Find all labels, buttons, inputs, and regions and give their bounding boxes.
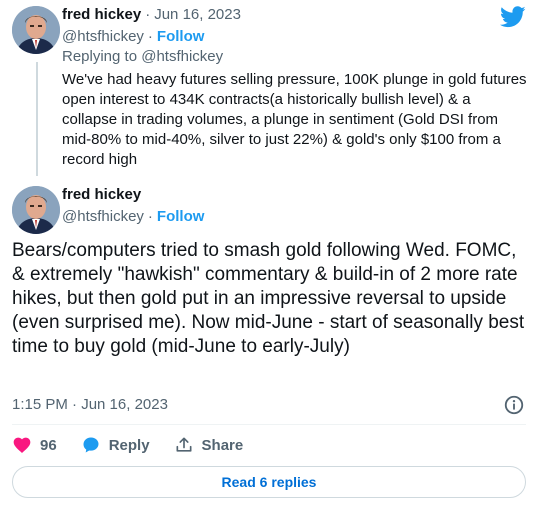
- separator-dot: ·: [147, 208, 153, 225]
- tweet-date[interactable]: Jun 16, 2023: [154, 6, 241, 23]
- replying-to-label: Replying to @htsfhickey: [62, 48, 224, 65]
- main-handle-row: @htsfhickey · Follow: [62, 208, 204, 226]
- like-button[interactable]: 96: [12, 435, 57, 455]
- action-bar: 96 Reply Share: [12, 434, 267, 456]
- info-icon[interactable]: [503, 394, 525, 416]
- author-name[interactable]: fred hickey: [62, 186, 141, 203]
- avatar[interactable]: [12, 6, 60, 54]
- share-icon: [176, 437, 192, 452]
- share-label: Share: [201, 436, 244, 454]
- reply-handle-row: @htsfhickey · Follow: [62, 28, 204, 46]
- main-author-row: fred hickey: [62, 186, 141, 204]
- twitter-bird-icon[interactable]: [500, 6, 526, 28]
- author-handle[interactable]: @htsfhickey: [62, 208, 144, 225]
- thread-connector-line: [36, 62, 38, 176]
- heart-icon: [13, 437, 31, 453]
- read-replies-button[interactable]: Read 6 replies: [12, 466, 526, 498]
- like-count: 96: [40, 436, 57, 454]
- reply-author-row: fred hickey · Jun 16, 2023: [62, 6, 241, 24]
- separator-dot: ·: [147, 28, 153, 45]
- author-name[interactable]: fred hickey: [62, 6, 141, 23]
- follow-button[interactable]: Follow: [157, 28, 205, 45]
- divider: [12, 424, 526, 425]
- main-tweet-text: Bears/computers tried to smash gold foll…: [12, 240, 525, 357]
- tweet-timestamp[interactable]: 1:15 PM · Jun 16, 2023: [12, 396, 168, 413]
- reply-button[interactable]: Reply: [81, 435, 150, 455]
- avatar[interactable]: [12, 186, 60, 234]
- reply-bubble-icon: [83, 437, 99, 453]
- share-button[interactable]: Share: [174, 435, 244, 455]
- author-handle[interactable]: @htsfhickey: [62, 28, 144, 45]
- follow-button[interactable]: Follow: [157, 208, 205, 225]
- reply-tweet-text: We've had heavy futures selling pressure…: [62, 71, 527, 168]
- separator-dot: ·: [145, 6, 151, 23]
- reply-label: Reply: [108, 436, 150, 454]
